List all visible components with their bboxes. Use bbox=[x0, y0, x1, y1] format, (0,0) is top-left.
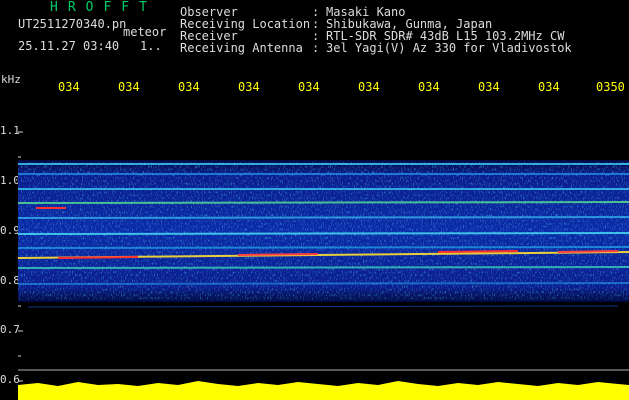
info-value: 3el Yagi(V) Az 330 for Vladivostok bbox=[326, 41, 572, 55]
time-tick-label: 034 bbox=[418, 80, 440, 94]
y-tick-label: 0.9 bbox=[0, 224, 20, 237]
spectrogram-plot bbox=[18, 131, 629, 400]
time-tick-label: 0350 bbox=[596, 80, 625, 94]
info-separator: : bbox=[312, 41, 320, 55]
frequency-unit-label: kHz bbox=[1, 73, 21, 86]
timestamp: 25.11.27 03:40 bbox=[18, 39, 120, 53]
y-tick-label: 0.7 bbox=[0, 323, 20, 336]
time-tick-label: 034 bbox=[178, 80, 200, 94]
y-tick-label: 1.0 bbox=[0, 174, 20, 187]
y-tick-label: 0.6 bbox=[0, 373, 20, 386]
time-tick-label: 034 bbox=[358, 80, 380, 94]
app-title: HROFFT bbox=[50, 0, 157, 15]
image-filename: UT2511270340.pn bbox=[18, 17, 127, 31]
time-tick-label: 034 bbox=[298, 80, 320, 94]
amplitude-trace bbox=[18, 381, 629, 400]
y-tick-label: 1.1 bbox=[0, 124, 20, 137]
detection-type: meteor bbox=[123, 25, 167, 39]
time-tick-label: 034 bbox=[478, 80, 500, 94]
info-label: Receiving Antenna bbox=[180, 41, 303, 55]
echo-counter: 1.. bbox=[140, 39, 162, 53]
time-tick-label: 034 bbox=[538, 80, 560, 94]
time-tick-label: 034 bbox=[238, 80, 260, 94]
info-row-antenna: Receiving Antenna:3el Yagi(V) Az 330 for… bbox=[180, 42, 572, 54]
time-tick-label: 034 bbox=[58, 80, 80, 94]
noise-speckle bbox=[18, 162, 629, 300]
time-tick-label: 034 bbox=[118, 80, 140, 94]
y-tick-label: 0.8 bbox=[0, 274, 20, 287]
